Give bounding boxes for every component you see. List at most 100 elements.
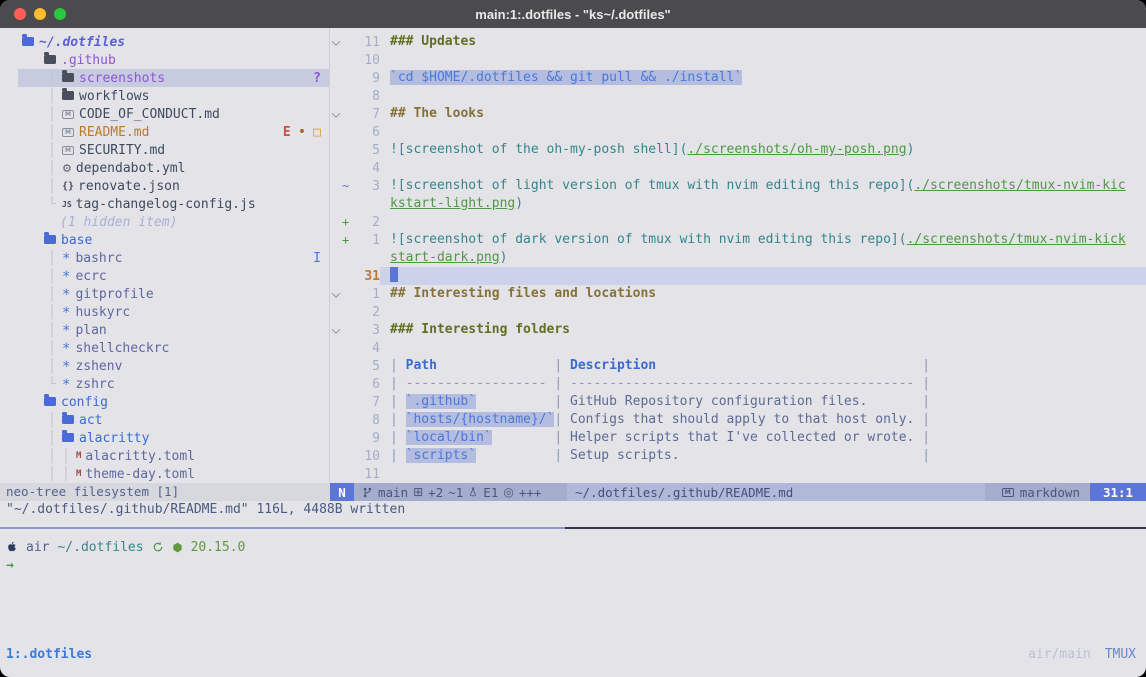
editor-line[interactable]: 1 ## Interesting files and locations bbox=[330, 285, 1146, 303]
editor-line[interactable]: ~ 3 ![screenshot of light version of tmu… bbox=[330, 177, 1146, 195]
fold-open-icon[interactable] bbox=[330, 35, 342, 50]
git-add-sign: + bbox=[342, 233, 354, 247]
markdown-icon: M bbox=[1002, 488, 1014, 497]
filetype-label: markdown bbox=[1020, 485, 1080, 500]
editor-line[interactable]: 4 bbox=[330, 339, 1146, 357]
sidebar-item-theme-day-toml[interactable]: │ │ M theme-day.toml bbox=[18, 465, 329, 483]
sidebar-item-code-of-conduct[interactable]: │ M CODE_OF_CONDUCT.md bbox=[18, 105, 329, 123]
sidebar-item-zshenv[interactable]: │ * zshenv bbox=[18, 357, 329, 375]
editor-line[interactable]: 8 bbox=[330, 87, 1146, 105]
neo-tree-statusline: neo-tree filesystem [1] bbox=[0, 483, 330, 501]
editor-line-wrap[interactable]: start-dark.png) bbox=[330, 249, 1146, 267]
vim-mode-indicator: N bbox=[330, 483, 354, 501]
table-row[interactable]: 9 |`local/bin`|Helper scripts that I've … bbox=[330, 429, 1146, 447]
table-row[interactable]: 8 |`hosts/{hostname}/`|Configs that shou… bbox=[330, 411, 1146, 429]
folder-icon bbox=[62, 415, 74, 424]
table-row[interactable]: 7 |`.github`|GitHub Repository configura… bbox=[330, 393, 1146, 411]
sidebar-item-alacritty[interactable]: │ alacritty bbox=[18, 429, 329, 447]
sidebar-item-plan[interactable]: │ * plan bbox=[18, 321, 329, 339]
fold-open-icon[interactable] bbox=[330, 323, 342, 338]
fold-open-icon[interactable] bbox=[330, 107, 342, 122]
rc-file-icon: * bbox=[62, 377, 70, 393]
sidebar-item-ecrc[interactable]: │ * ecrc bbox=[18, 267, 329, 285]
editor-cursor-line[interactable]: 31 bbox=[330, 267, 1146, 285]
terminal-window: main:1:.dotfiles - "ks~/.dotfiles" ~/.do… bbox=[0, 0, 1146, 677]
sidebar-item-alacritty-toml[interactable]: │ │ M alacritty.toml bbox=[18, 447, 329, 465]
cwd-label: ~/.dotfiles bbox=[57, 540, 143, 555]
sidebar-item-renovate[interactable]: │ {} renovate.json bbox=[18, 177, 329, 195]
markdown-link: kstart-light.png bbox=[390, 196, 515, 211]
tree-guide: │ bbox=[44, 341, 62, 356]
git-change-sign: ~ bbox=[342, 179, 354, 193]
sidebar-item-readme[interactable]: │ M README.md E • □ bbox=[18, 123, 329, 141]
sidebar-item-config[interactable]: config bbox=[18, 393, 329, 411]
table-header-line[interactable]: 5 |Path|Description| bbox=[330, 357, 1146, 375]
editor-line[interactable]: 4 bbox=[330, 159, 1146, 177]
markdown-link: ./screenshots/tmux-nvim-kic bbox=[914, 178, 1125, 193]
editor-line[interactable]: + 1 ![screenshot of dark version of tmux… bbox=[330, 231, 1146, 249]
toml-file-icon: M bbox=[76, 451, 81, 461]
cursor-position-indicator: 31:1 bbox=[1090, 483, 1146, 501]
sidebar-item-screenshots[interactable]: │ screenshots ? bbox=[18, 69, 329, 87]
close-button[interactable] bbox=[14, 8, 26, 20]
sidebar-item-dependabot[interactable]: │ ⚙ dependabot.yml bbox=[18, 159, 329, 177]
statusline-file-path: ~/.dotfiles/.github/README.md bbox=[567, 483, 985, 501]
fold-open-icon[interactable] bbox=[330, 287, 342, 302]
tree-guide: │ bbox=[44, 89, 62, 104]
zoom-button[interactable] bbox=[54, 8, 66, 20]
tree-guide: │ bbox=[62, 467, 76, 482]
tree-guide: │ bbox=[44, 179, 62, 194]
rc-file-icon: * bbox=[62, 359, 70, 375]
folder-icon bbox=[44, 397, 56, 406]
table-row[interactable]: 10 |`scripts`|Setup scripts.| bbox=[330, 447, 1146, 465]
editor-line[interactable]: 9 `cd $HOME/.dotfiles && git pull && ./i… bbox=[330, 69, 1146, 87]
refresh-icon bbox=[152, 541, 164, 553]
shell-pane[interactable]: air ~/.dotfiles 20.15.0 → bbox=[0, 529, 1146, 574]
sidebar-item-tag-changelog[interactable]: └ JS tag-changelog-config.js bbox=[18, 195, 329, 213]
sidebar-item-base[interactable]: base bbox=[18, 231, 329, 249]
tree-guide: │ bbox=[62, 449, 76, 464]
prompt-arrow-line[interactable]: → bbox=[6, 556, 1146, 574]
sidebar-item-bashrc[interactable]: │ * bashrc I bbox=[18, 249, 329, 267]
editor-line[interactable]: 2 bbox=[330, 303, 1146, 321]
sidebar-item-zshrc[interactable]: └ * zshrc bbox=[18, 375, 329, 393]
folder-icon bbox=[44, 55, 56, 64]
folder-icon bbox=[22, 37, 34, 46]
rc-file-icon: * bbox=[62, 251, 70, 267]
node-icon bbox=[172, 542, 183, 553]
editor-line[interactable]: 11 bbox=[330, 465, 1146, 483]
tmux-status-bar: 1:.dotfiles air/main TMUX bbox=[0, 645, 1146, 663]
sidebar-item-shellcheckrc[interactable]: │ * shellcheckrc bbox=[18, 339, 329, 357]
statusline-extra: +++ bbox=[519, 485, 542, 500]
sidebar-item-dotfiles-root[interactable]: ~/.dotfiles bbox=[18, 33, 329, 51]
editor-line[interactable]: 7 ## The looks bbox=[330, 105, 1146, 123]
sidebar-item-security[interactable]: │ M SECURITY.md bbox=[18, 141, 329, 159]
editor-line-wrap[interactable]: kstart-light.png) bbox=[330, 195, 1146, 213]
rc-file-icon: * bbox=[62, 269, 70, 285]
inline-code: `hosts/{hostname}/` bbox=[406, 412, 555, 427]
minimize-button[interactable] bbox=[34, 8, 46, 20]
statusline: neo-tree filesystem [1] N main ⊞ +2 ~1 E… bbox=[0, 483, 1146, 501]
sidebar-item-act[interactable]: │ act bbox=[18, 411, 329, 429]
editor-line[interactable]: + 2 bbox=[330, 213, 1146, 231]
tmux-window-item[interactable]: 1:.dotfiles bbox=[6, 647, 92, 662]
node-version-label: 20.15.0 bbox=[191, 540, 246, 555]
git-add-sign: + bbox=[342, 215, 354, 229]
sidebar-item-gitprofile[interactable]: │ * gitprofile bbox=[18, 285, 329, 303]
rc-file-icon: * bbox=[62, 341, 70, 357]
sidebar-item-workflows[interactable]: │ workflows bbox=[18, 87, 329, 105]
editor-line[interactable]: 3 ### Interesting folders bbox=[330, 321, 1146, 339]
js-file-icon: JS bbox=[62, 200, 72, 209]
sidebar-item-github[interactable]: .github bbox=[18, 51, 329, 69]
sidebar-item-huskyrc[interactable]: │ * huskyrc bbox=[18, 303, 329, 321]
editor-line[interactable]: 6 bbox=[330, 123, 1146, 141]
table-separator-line[interactable]: 6 |------------------|------------------… bbox=[330, 375, 1146, 393]
editor-line[interactable]: 11 ### Updates bbox=[330, 33, 1146, 51]
folder-icon bbox=[62, 91, 74, 100]
tree-guide: │ bbox=[44, 125, 62, 140]
folder-icon bbox=[62, 433, 74, 442]
editor-line[interactable]: 5 ![screenshot of the oh-my-posh shell](… bbox=[330, 141, 1146, 159]
editor-line[interactable]: 10 bbox=[330, 51, 1146, 69]
diagnostic-error-count: E1 bbox=[483, 485, 498, 500]
markdown-file-icon: M bbox=[62, 128, 74, 137]
